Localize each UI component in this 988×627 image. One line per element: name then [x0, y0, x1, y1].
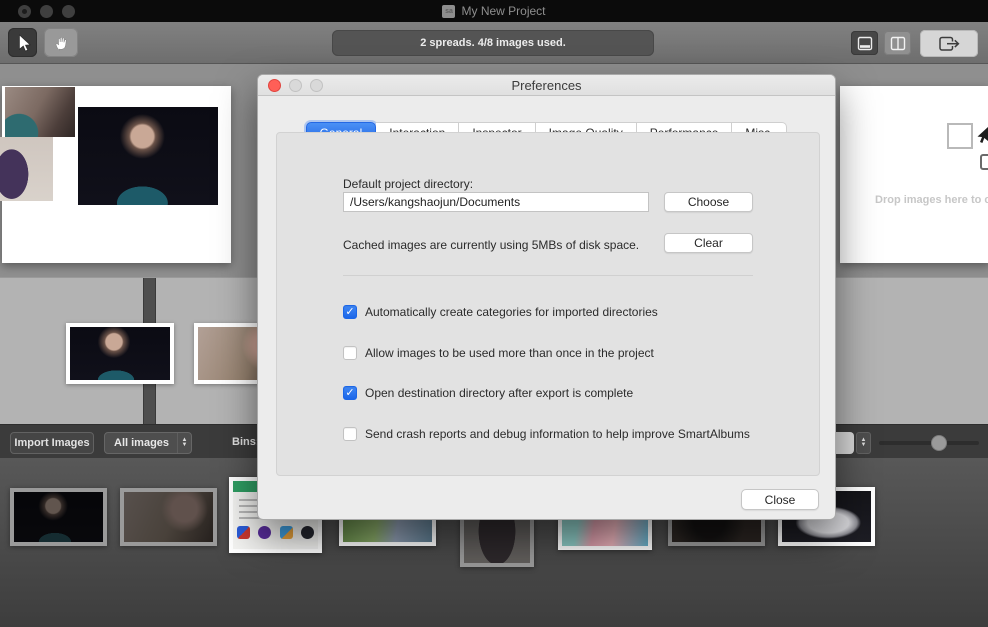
main-toolbar: 2 spreads. 4/8 images used.	[0, 22, 988, 64]
pan-tool-button[interactable]	[44, 28, 78, 57]
chevron-up-down-icon[interactable]: ▲▼	[856, 432, 871, 454]
checkbox-label: Open destination directory after export …	[365, 386, 633, 400]
photo-woman-purple-dress[interactable]	[0, 137, 53, 201]
camera-app-icon	[280, 526, 293, 539]
choose-button[interactable]: Choose	[664, 192, 753, 212]
checkbox-label: Allow images to be used more than once i…	[365, 346, 654, 360]
spread-view-button[interactable]	[851, 31, 878, 55]
preferences-dialog: Preferences General Interaction Inspecto…	[257, 74, 836, 520]
app-titlebar: sa My New Project	[0, 0, 988, 22]
directory-label: Default project directory:	[343, 177, 473, 191]
general-settings-panel: Default project directory: Choose Cached…	[276, 132, 820, 476]
status-badge: 2 spreads. 4/8 images used.	[332, 30, 654, 56]
cache-status-text: Cached images are currently using 5MBs o…	[343, 238, 639, 252]
slider-thumb[interactable]	[931, 435, 947, 451]
right-spread-page[interactable]: Drop images here to cr	[840, 86, 988, 263]
dark-app-icon	[301, 526, 314, 539]
drop-hint-text: Drop images here to cr	[875, 194, 988, 206]
app-icons-row	[233, 526, 318, 539]
checkbox-label: Send crash reports and debug information…	[365, 427, 750, 441]
clear-cache-button[interactable]: Clear	[664, 233, 753, 253]
image-thumbnail-woman-portrait[interactable]	[120, 488, 217, 546]
checkbox-allow-reuse[interactable]	[343, 346, 357, 360]
smartalbums-window: sa My New Project 2 spreads. 4/8 images …	[0, 0, 988, 627]
image-thumbnail-woman-dark[interactable]	[10, 488, 107, 546]
office-app-icon	[237, 526, 250, 539]
dialog-minimize-button[interactable]	[289, 79, 302, 92]
hand-icon	[53, 34, 70, 52]
dialog-close-button[interactable]	[268, 79, 281, 92]
checkbox-open-destination[interactable]	[343, 386, 357, 400]
image-filter-dropdown[interactable]: All images ▲▼	[104, 432, 192, 454]
export-icon	[938, 35, 961, 52]
import-images-button[interactable]: Import Images	[10, 432, 94, 454]
directory-field[interactable]	[343, 192, 649, 212]
filter-dropdown-value: All images	[105, 437, 177, 449]
chevron-up-down-icon: ▲▼	[177, 433, 191, 453]
cursor-arrow-icon	[14, 33, 32, 53]
checkbox-crash-reports[interactable]	[343, 427, 357, 441]
dialog-zoom-button[interactable]	[310, 79, 323, 92]
drag-item-outline-icon	[980, 154, 988, 170]
select-tool-button[interactable]	[8, 28, 37, 57]
page-view-icon	[890, 36, 906, 51]
spread-view-icon	[857, 36, 873, 51]
dialog-title: Preferences	[258, 75, 835, 96]
drag-cursor-icon	[976, 126, 988, 146]
page-view-button[interactable]	[884, 31, 911, 55]
spread-thumbnail[interactable]	[66, 323, 174, 384]
window-title: My New Project	[461, 4, 545, 18]
close-button[interactable]: Close	[741, 489, 819, 510]
photo-woman-dark-teal-dress[interactable]	[78, 107, 218, 205]
drop-target-icon	[947, 123, 973, 149]
bins-label: Bins:	[232, 436, 260, 448]
separator	[343, 275, 753, 276]
purple-app-icon	[258, 526, 271, 539]
left-spread-page[interactable]	[2, 86, 231, 263]
export-button[interactable]	[920, 30, 978, 57]
checkbox-label: Automatically create categories for impo…	[365, 305, 658, 319]
thumbnail-size-slider[interactable]	[879, 441, 979, 445]
document-icon: sa	[442, 5, 455, 18]
photo-woman-teal-portrait[interactable]	[5, 87, 75, 137]
checkbox-auto-categories[interactable]	[343, 305, 357, 319]
dialog-titlebar[interactable]: Preferences	[258, 75, 835, 96]
